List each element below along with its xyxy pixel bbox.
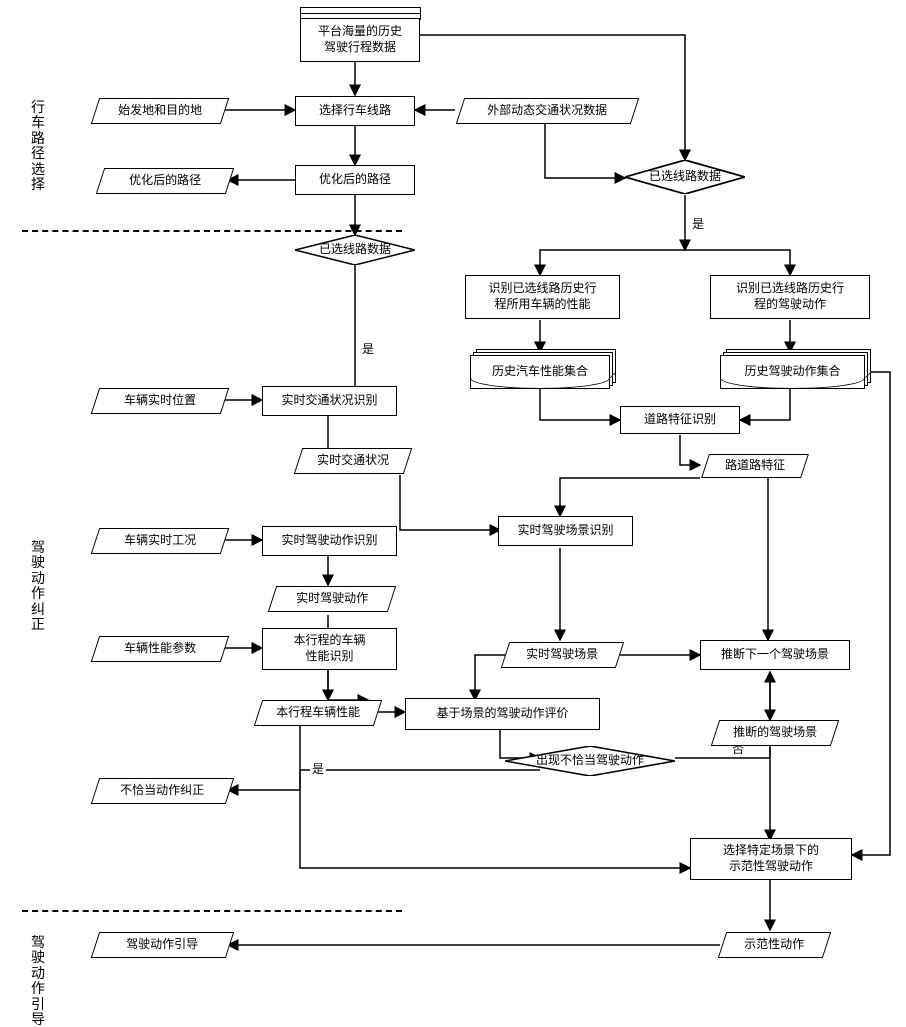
node-rt-action: 实时驾驶动作 (268, 586, 396, 612)
node-rt-traffic-label: 实时交通状况 (317, 453, 389, 469)
node-improper-out-label: 不恰当动作纠正 (120, 783, 204, 799)
node-next-scene-label: 推断下一个驾驶场景 (721, 647, 829, 663)
stage-divider-2 (22, 910, 402, 912)
node-route-data-2: 已选线路数据 (625, 160, 745, 194)
node-trip-perf: 本行程车辆性能 (254, 700, 382, 726)
node-route-data-2-label: 已选线路数据 (649, 169, 721, 185)
node-select-demo-label: 选择特定场景下的 示范性驾驶动作 (723, 843, 819, 874)
flowchart-canvas: 行车路径选择 驾驶动作纠正 驾驶动作引导 (0, 0, 906, 1000)
node-opt-route-out-label: 优化后的路径 (129, 173, 201, 189)
node-vehicle-pos-label: 车辆实时位置 (124, 393, 196, 409)
node-rec-drive-action-label: 识别已选线路历史行 程的驾驶动作 (736, 281, 844, 312)
stage-label-3: 驾驶动作引导 (30, 935, 46, 1027)
node-road-feat-rec: 道路特征识别 (620, 406, 740, 434)
label-yes-3: 是 (310, 760, 326, 777)
node-origin: 始发地和目的地 (91, 98, 229, 124)
node-rt-action-rec-label: 实时驾驶动作识别 (281, 533, 377, 549)
label-yes-1: 是 (690, 215, 706, 232)
node-improper-out: 不恰当动作纠正 (91, 778, 234, 804)
node-scene-eval: 基于场景的驾驶动作评价 (405, 698, 600, 730)
node-trip-perf-rec: 本行程的车辆 性能识别 (262, 628, 397, 670)
node-inferred-scene-label: 推断的驾驶场景 (733, 725, 817, 741)
node-hist-vehicle-set: 历史汽车性能集合 (470, 355, 610, 389)
node-demo-action-label: 示范性动作 (744, 937, 804, 953)
node-hist-data-label: 平台海量的历史 驾驶行程数据 (318, 24, 402, 55)
node-ext-traffic: 外部动态交通状况数据 (456, 98, 639, 124)
node-rt-traffic-rec: 实时交通状况识别 (262, 386, 397, 416)
node-route-data-1-label: 已选线路数据 (319, 242, 391, 258)
node-vehicle-cond: 车辆实时工况 (91, 528, 229, 554)
node-rec-vehicle-perf: 识别已选线路历史行 程所用车辆的性能 (465, 275, 620, 319)
node-inferred-scene: 推断的驾驶场景 (711, 720, 839, 746)
node-route-data-1: 已选线路数据 (295, 235, 415, 265)
node-hist-vehicle-set-label: 历史汽车性能集合 (471, 356, 609, 388)
node-rt-traffic-rec-label: 实时交通状况识别 (281, 393, 377, 409)
stage-divider-1 (22, 230, 402, 232)
node-rt-scene-rec-label: 实时驾驶场景识别 (517, 523, 613, 539)
node-trip-perf-label: 本行程车辆性能 (276, 705, 360, 721)
node-guide-out: 驾驶动作引导 (91, 932, 234, 958)
node-opt-route-out: 优化后的路径 (96, 168, 234, 194)
node-guide-out-label: 驾驶动作引导 (126, 937, 198, 953)
node-hist-data: 平台海量的历史 驾驶行程数据 (300, 18, 420, 62)
node-rec-drive-action: 识别已选线路历史行 程的驾驶动作 (710, 275, 870, 319)
node-road-feat-rec-label: 道路特征识别 (644, 412, 716, 428)
stage-label-1: 行车路径选择 (30, 100, 46, 192)
node-select-route-label: 选择行车线路 (319, 103, 391, 119)
node-rt-traffic: 实时交通状况 (294, 448, 412, 474)
node-rt-scene-label: 实时驾驶场景 (526, 647, 598, 663)
node-trip-perf-rec-label: 本行程的车辆 性能识别 (293, 633, 365, 664)
node-select-demo: 选择特定场景下的 示范性驾驶动作 (690, 838, 852, 880)
node-vehicle-cond-label: 车辆实时工况 (124, 533, 196, 549)
node-next-scene: 推断下一个驾驶场景 (700, 640, 850, 670)
node-road-feat-label: 路道路特征 (725, 458, 785, 474)
node-road-feat: 路道路特征 (701, 454, 809, 478)
node-opt-route-proc-label: 优化后的路径 (319, 172, 391, 188)
node-opt-route-proc: 优化后的路径 (295, 165, 415, 195)
node-hist-action-set-label: 历史驾驶动作集合 (721, 356, 864, 388)
node-scene-eval-label: 基于场景的驾驶动作评价 (436, 706, 568, 722)
node-hist-action-set: 历史驾驶动作集合 (720, 355, 865, 389)
node-vehicle-param-label: 车辆性能参数 (124, 641, 196, 657)
node-vehicle-pos: 车辆实时位置 (91, 388, 229, 414)
node-rec-vehicle-perf-label: 识别已选线路历史行 程所用车辆的性能 (488, 281, 596, 312)
node-origin-label: 始发地和目的地 (118, 103, 202, 119)
label-yes-2: 是 (360, 340, 376, 357)
node-vehicle-param: 车辆性能参数 (91, 636, 229, 662)
stage-label-2: 驾驶动作纠正 (30, 540, 46, 632)
node-improper-dec: 出现不恰当驾驶动作 (505, 746, 675, 776)
node-rt-scene-rec: 实时驾驶场景识别 (498, 516, 633, 546)
node-rt-action-label: 实时驾驶动作 (296, 591, 368, 607)
node-rt-scene: 实时驾驶场景 (501, 642, 624, 668)
node-improper-dec-label: 出现不恰当驾驶动作 (536, 753, 644, 769)
node-ext-traffic-label: 外部动态交通状况数据 (487, 103, 607, 119)
node-rt-action-rec: 实时驾驶动作识别 (262, 526, 397, 556)
node-select-route: 选择行车线路 (295, 96, 415, 126)
node-demo-action: 示范性动作 (718, 932, 831, 958)
